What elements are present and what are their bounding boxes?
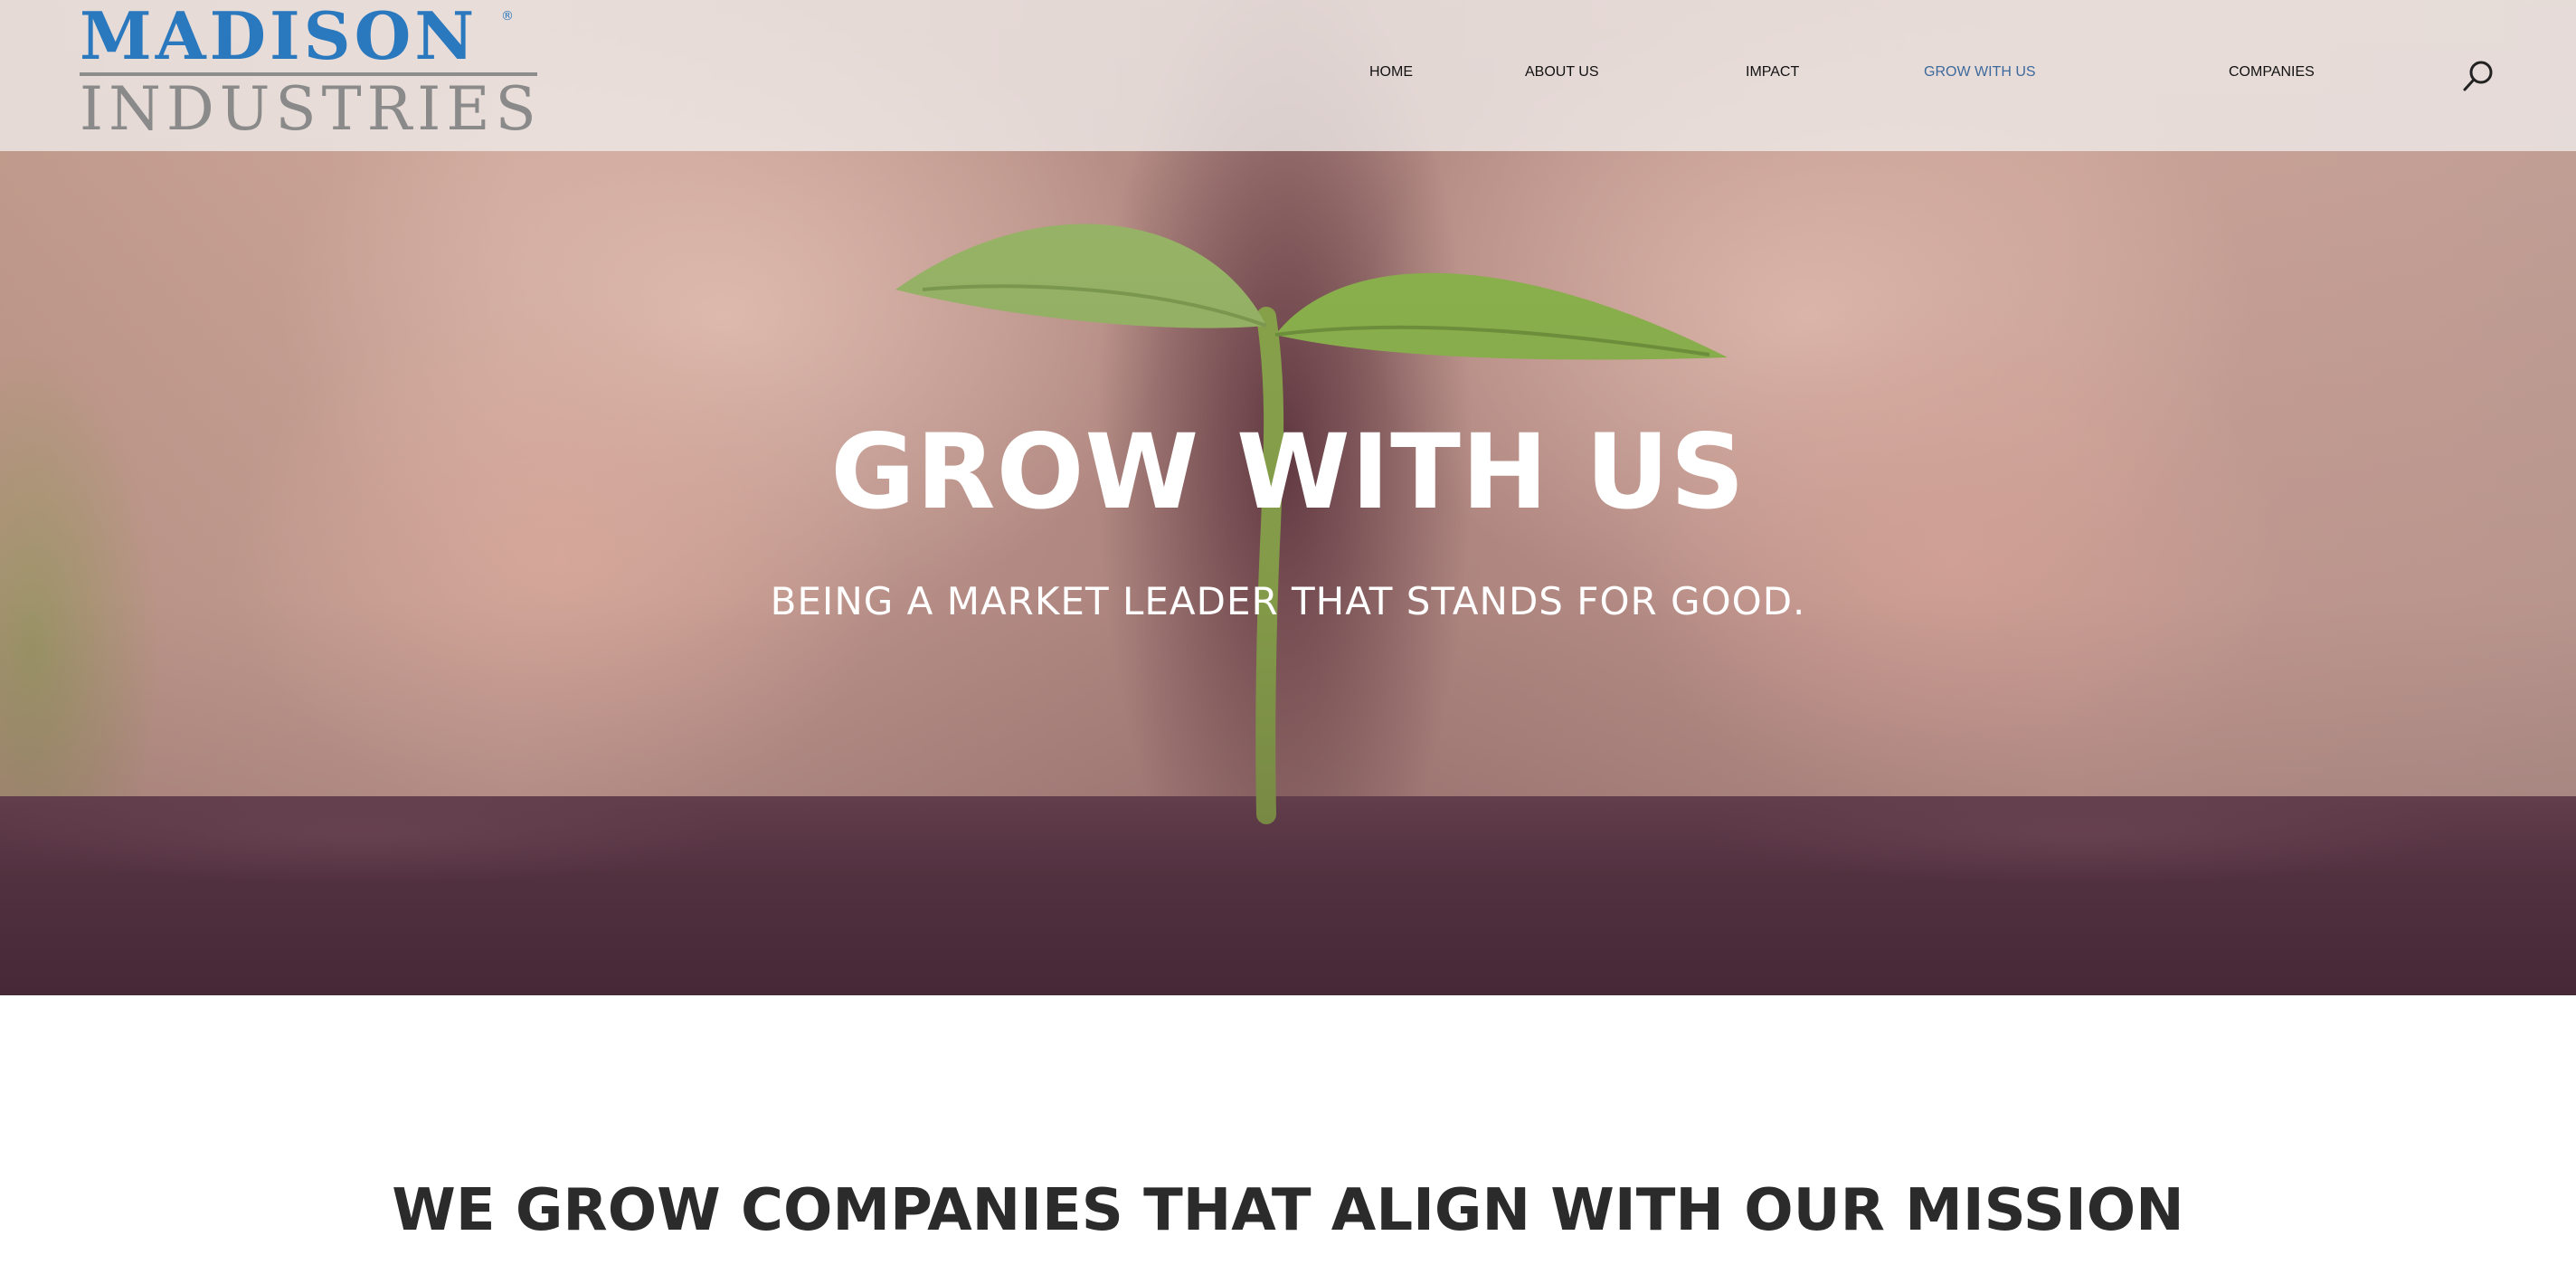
- hero-title: GROW WITH US: [830, 412, 1746, 532]
- nav-impact[interactable]: IMPACT: [1746, 52, 1799, 92]
- hero-subtitle: BEING A MARKET LEADER THAT STANDS FOR GO…: [770, 579, 1806, 623]
- site-header: MADISON ® INDUSTRIES HOME ABOUT US IMPAC…: [0, 0, 2576, 151]
- nav-grow-with-us[interactable]: GROW WITH US: [1924, 52, 2036, 92]
- company-logo[interactable]: MADISON ® INDUSTRIES: [80, 0, 550, 145]
- nav-companies[interactable]: COMPANIES: [2229, 52, 2315, 92]
- logo-registered-mark: ®: [501, 9, 514, 24]
- search-icon[interactable]: [2458, 56, 2498, 96]
- page-fold-fade: [0, 1240, 2576, 1274]
- logo-wordmark-top: MADISON: [80, 0, 478, 74]
- nav-home[interactable]: HOME: [1369, 52, 1413, 92]
- nav-about-us[interactable]: ABOUT US: [1525, 52, 1599, 92]
- logo-wordmark-bottom: INDUSTRIES: [80, 74, 542, 144]
